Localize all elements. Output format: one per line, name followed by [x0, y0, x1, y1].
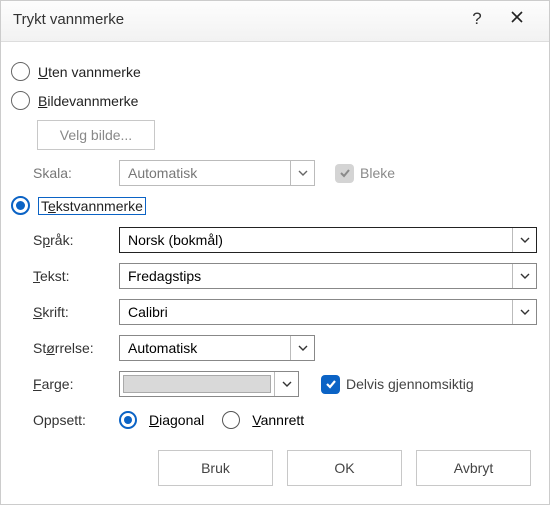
radio-icon	[11, 62, 30, 81]
chevron-down-icon	[290, 336, 314, 360]
radio-icon	[11, 91, 30, 110]
language-combo[interactable]: Norsk (bokmål)	[119, 227, 537, 253]
option-none-label: Uten vannmerke	[38, 64, 141, 80]
dialog-title: Trykt vannmerke	[13, 11, 457, 28]
semitransparent-label: Delvis gjennomsiktig	[346, 376, 474, 392]
color-swatch	[123, 375, 271, 393]
option-picture-label: Bildevannmerke	[38, 93, 138, 109]
chevron-down-icon	[512, 228, 536, 252]
radio-icon-checked	[11, 196, 30, 215]
option-picture[interactable]: Bildevannmerke	[11, 91, 539, 110]
font-value: Calibri	[120, 304, 512, 320]
scale-label: Skala:	[33, 165, 119, 181]
help-button[interactable]: ?	[457, 9, 497, 29]
language-label: Språk:	[33, 232, 119, 248]
close-button[interactable]	[497, 9, 537, 29]
text-combo[interactable]: Fredagstips	[119, 263, 537, 289]
semitransparent-checkbox[interactable]	[321, 375, 340, 394]
titlebar: Trykt vannmerke ?	[1, 1, 549, 42]
layout-diagonal-label: Diagonal	[149, 412, 204, 428]
chevron-down-icon	[512, 300, 536, 324]
text-value: Fredagstips	[120, 268, 512, 284]
chevron-down-icon	[290, 161, 314, 185]
layout-label: Oppsett:	[33, 412, 119, 428]
apply-button[interactable]: Bruk	[158, 450, 273, 486]
select-picture-button[interactable]: Velg bilde...	[37, 120, 155, 150]
washout-checkbox[interactable]	[335, 164, 354, 183]
dialog-body: Uten vannmerke Bildevannmerke Velg bilde…	[1, 42, 549, 504]
option-none[interactable]: Uten vannmerke	[11, 62, 539, 81]
ok-button[interactable]: OK	[287, 450, 402, 486]
option-text-label: Tekstvannmerke	[38, 198, 146, 214]
watermark-dialog: Trykt vannmerke ? Uten vannmerke Bildeva…	[0, 0, 550, 505]
size-label: Størrelse:	[33, 340, 119, 356]
font-label: Skrift:	[33, 304, 119, 320]
size-value: Automatisk	[120, 340, 290, 356]
scale-combo[interactable]: Automatisk	[119, 160, 315, 186]
chevron-down-icon	[512, 264, 536, 288]
language-value: Norsk (bokmål)	[120, 232, 512, 248]
chevron-down-icon	[274, 372, 298, 396]
option-text[interactable]: Tekstvannmerke	[11, 196, 539, 215]
text-label: Tekst:	[33, 268, 119, 284]
scale-value: Automatisk	[120, 165, 290, 181]
layout-horizontal-label: Vannrett	[252, 412, 304, 428]
dialog-footer: Bruk OK Avbryt	[1, 436, 549, 504]
washout-label: Bleke	[360, 165, 395, 181]
size-combo[interactable]: Automatisk	[119, 335, 315, 361]
layout-horizontal-radio[interactable]	[222, 411, 240, 429]
font-combo[interactable]: Calibri	[119, 299, 537, 325]
cancel-button[interactable]: Avbryt	[416, 450, 531, 486]
color-label: Farge:	[33, 376, 119, 392]
layout-diagonal-radio[interactable]	[119, 411, 137, 429]
color-combo[interactable]	[119, 371, 299, 397]
